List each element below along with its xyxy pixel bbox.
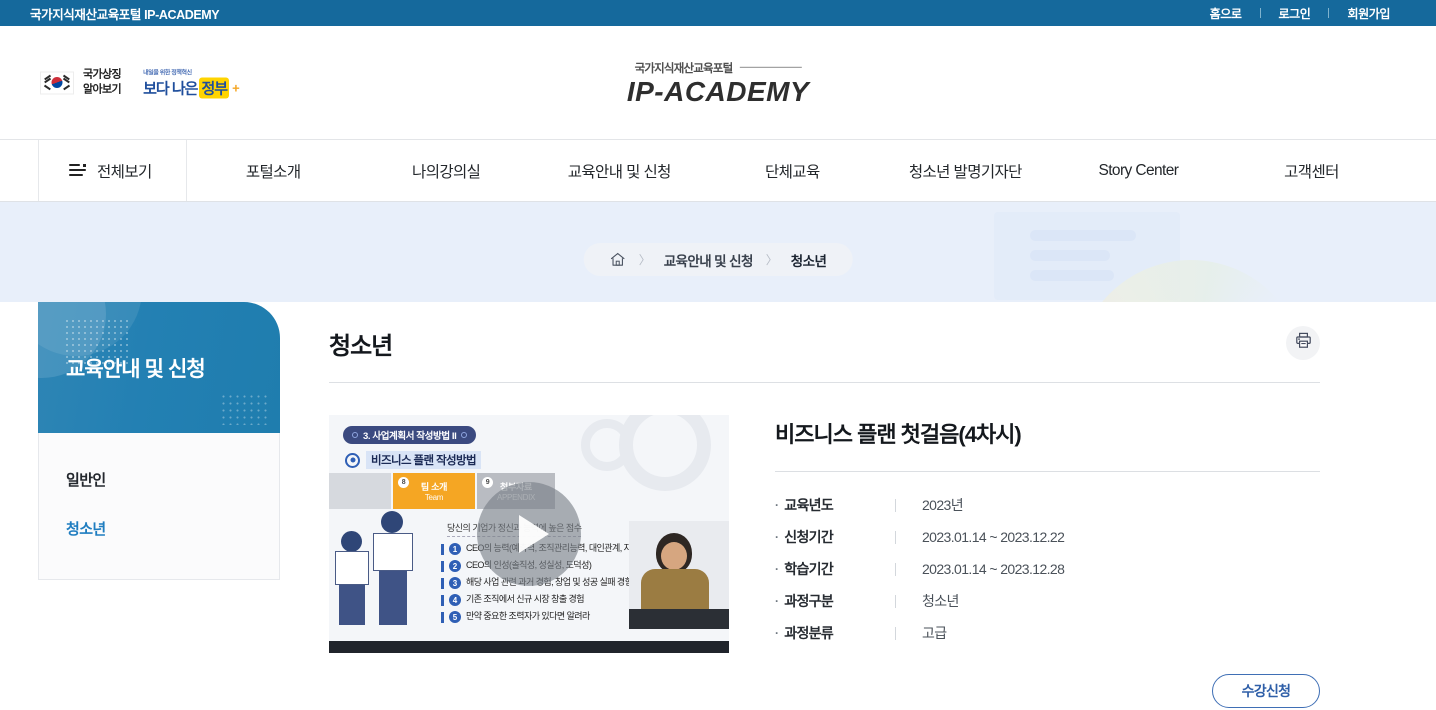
nav-item-group-education[interactable]: 단체교육 bbox=[706, 140, 879, 201]
login-link[interactable]: 로그인 bbox=[1261, 5, 1329, 22]
breadcrumb-separator: 〉 bbox=[765, 253, 778, 267]
slide-chapter-badge: 3. 사업계획서 작성방법 II bbox=[343, 426, 477, 444]
nav-item-all-menu[interactable]: 전체보기 bbox=[38, 140, 187, 201]
brand-logo[interactable]: 국가지식재산교육포털 IP-ACADEMY bbox=[627, 59, 809, 105]
course-meta-row: · 과정구분 청소년 bbox=[775, 593, 959, 609]
breadcrumb-item-education[interactable]: 교육안내 및 신청 bbox=[664, 250, 754, 270]
video-control-bar[interactable] bbox=[329, 641, 729, 653]
bullet-icon: · bbox=[775, 562, 779, 576]
utility-links: 홈으로 로그인 회원가입 bbox=[1192, 0, 1408, 26]
home-icon[interactable] bbox=[610, 252, 626, 267]
course-title: 비즈니스 플랜 첫걸음(4차시) bbox=[775, 417, 1320, 472]
nav-item-story-center[interactable]: Story Center bbox=[1052, 140, 1225, 201]
course-detail-section: 3. 사업계획서 작성방법 II 비즈니스 플랜 작성방법 8 팀 소개 Tea… bbox=[329, 383, 1320, 653]
sidebar-item-youth[interactable]: 청소년 bbox=[39, 504, 279, 553]
sidebar-header: 교육안내 및 신청 bbox=[38, 302, 280, 433]
gov-wordmark: 보다 나은 정부 + bbox=[143, 77, 240, 98]
course-video-player[interactable]: 3. 사업계획서 작성방법 II 비즈니스 플랜 작성방법 8 팀 소개 Tea… bbox=[329, 415, 729, 653]
nav-item-youth-reporters[interactable]: 청소년 발명기자단 bbox=[879, 140, 1052, 201]
play-button-icon[interactable] bbox=[477, 482, 581, 586]
nav-all-label: 전체보기 bbox=[97, 163, 152, 181]
apply-course-button[interactable]: 수강신청 bbox=[1212, 674, 1320, 708]
hero-banner: 〉 교육안내 및 신청 〉 청소년 bbox=[0, 202, 1436, 302]
course-meta-row: · 교육년도 2023년 bbox=[775, 497, 964, 513]
target-icon bbox=[345, 452, 360, 468]
printer-icon bbox=[1295, 332, 1312, 354]
sidebar-item-general[interactable]: 일반인 bbox=[39, 455, 279, 504]
government-logos: 국가상징 알아보기 내일을 위한 정책혁신 보다 나은 정부 + bbox=[40, 67, 240, 98]
site-title: 국가지식재산교육포털 IP-ACADEMY bbox=[30, 7, 220, 22]
breadcrumb: 〉 교육안내 및 신청 〉 청소년 bbox=[583, 243, 853, 276]
nav-item-portal-intro[interactable]: 포털소개 bbox=[187, 140, 360, 201]
apply-button-wrapper: 수강신청 bbox=[1212, 674, 1320, 708]
bullet-icon: · bbox=[775, 530, 779, 544]
bullet-icon: · bbox=[775, 498, 779, 512]
hamburger-icon bbox=[69, 164, 86, 177]
national-symbol-link[interactable]: 국가상징 알아보기 bbox=[40, 68, 122, 97]
sidebar: 교육안내 및 신청 일반인 청소년 bbox=[38, 302, 280, 580]
brand-english-name: IP-ACADEMY bbox=[626, 75, 810, 107]
instructor-video-inset bbox=[629, 521, 729, 629]
course-meta-value: 2023.01.14 ~ 2023.12.22 bbox=[922, 529, 1065, 545]
main-content: 청소년 3. 사업계획서 작성방법 II 비즈니스 플랜 작성방법 8 팀 소개… bbox=[329, 302, 1320, 653]
page-body: 교육안내 및 신청 일반인 청소년 청소년 3. 사업계획서 작성방법 II 비… bbox=[0, 302, 1436, 710]
utility-bar: 국가지식재산교육포털 IP-ACADEMY 홈으로 로그인 회원가입 bbox=[0, 0, 1436, 26]
brand-korean-name: 국가지식재산교육포털 bbox=[627, 59, 809, 75]
main-navigation: 전체보기 포털소개 나의강의실 교육안내 및 신청 단체교육 청소년 발명기자단… bbox=[0, 140, 1436, 202]
sidebar-menu: 일반인 청소년 bbox=[38, 433, 280, 580]
bullet-icon: · bbox=[775, 594, 779, 608]
nav-item-education-guide[interactable]: 교육안내 및 신청 bbox=[533, 140, 706, 201]
nav-item-customer-center[interactable]: 고객센터 bbox=[1225, 140, 1398, 201]
print-button[interactable] bbox=[1286, 325, 1320, 360]
signup-link[interactable]: 회원가입 bbox=[1329, 5, 1408, 22]
course-meta-row: · 신청기간 2023.01.14 ~ 2023.12.22 bbox=[775, 529, 1065, 545]
gov-tagline: 내일을 위한 정책혁신 bbox=[143, 70, 192, 76]
course-meta-row: · 과정분류 고급 bbox=[775, 625, 947, 641]
better-government-logo[interactable]: 내일을 위한 정책혁신 보다 나은 정부 + bbox=[143, 67, 240, 98]
course-meta-value: 고급 bbox=[922, 625, 947, 641]
home-link[interactable]: 홈으로 bbox=[1192, 5, 1260, 22]
page-header: 청소년 bbox=[329, 302, 1320, 383]
course-meta-value: 청소년 bbox=[922, 593, 959, 609]
page-title: 청소년 bbox=[329, 333, 393, 360]
course-meta-value: 2023년 bbox=[922, 497, 964, 513]
slide-subtitle: 비즈니스 플랜 작성방법 bbox=[345, 451, 481, 469]
course-meta-value: 2023.01.14 ~ 2023.12.28 bbox=[922, 561, 1065, 577]
korean-flag-icon bbox=[40, 71, 74, 94]
nav-item-my-classroom[interactable]: 나의강의실 bbox=[360, 140, 533, 201]
breadcrumb-separator: 〉 bbox=[638, 253, 651, 267]
decorative-bars bbox=[1030, 230, 1136, 290]
course-meta-list: · 교육년도 2023년 · 신청기간 2023.01.14 ~ 2023.12.2… bbox=[775, 472, 1320, 649]
slide-illustration bbox=[335, 501, 439, 629]
breadcrumb-item-youth: 청소년 bbox=[790, 253, 827, 269]
sidebar-heading: 교육안내 및 신청 bbox=[66, 357, 206, 381]
course-meta-row: · 학습기간 2023.01.14 ~ 2023.12.28 bbox=[775, 561, 1065, 577]
masthead: 국가상징 알아보기 내일을 위한 정책혁신 보다 나은 정부 + 국가지식재산교… bbox=[0, 26, 1436, 140]
course-info: 비즈니스 플랜 첫걸음(4차시) · 교육년도 2023년 · 신청기간 2023.… bbox=[775, 415, 1320, 653]
bullet-icon: · bbox=[775, 626, 779, 640]
national-symbol-label: 국가상징 알아보기 bbox=[83, 68, 122, 96]
